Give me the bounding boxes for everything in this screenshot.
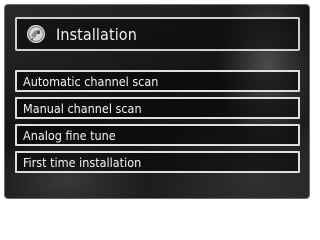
installation-menu-panel: Installation Automatic channel scan Manu… [4, 4, 310, 199]
installation-options-list: Automatic channel scan Manual channel sc… [15, 70, 300, 178]
menu-item-manual-channel-scan[interactable]: Manual channel scan [15, 97, 300, 119]
menu-item-analog-fine-tune[interactable]: Analog fine tune [15, 124, 300, 146]
menu-item-automatic-channel-scan[interactable]: Automatic channel scan [15, 70, 300, 92]
satellite-dish-icon [27, 25, 45, 43]
menu-item-first-time-installation[interactable]: First time installation [15, 151, 300, 173]
menu-header: Installation [15, 17, 300, 51]
page-title: Installation [56, 24, 137, 44]
